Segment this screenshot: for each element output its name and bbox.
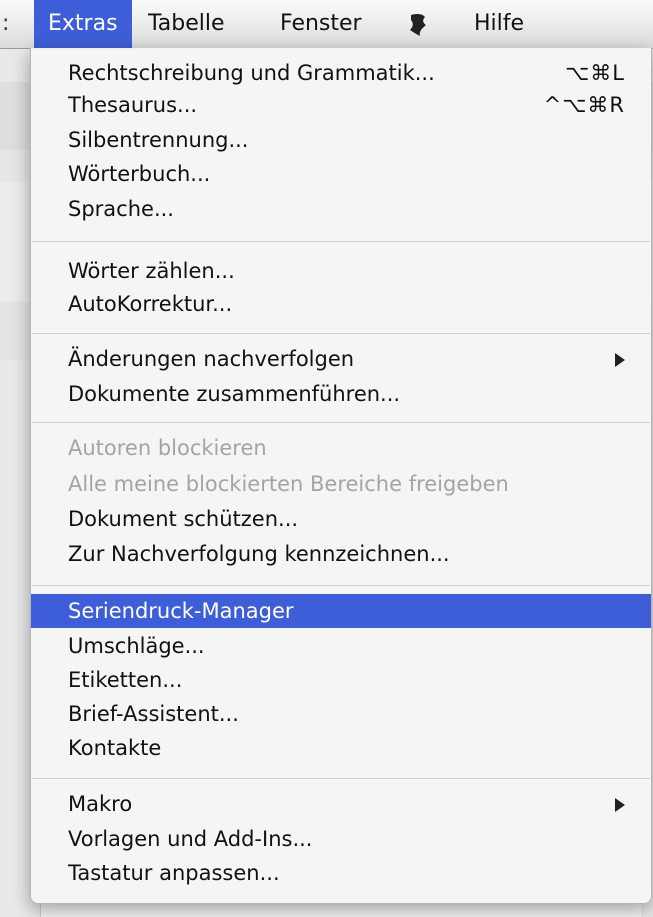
menu-item-thesaurus[interactable]: Thesaurus... ^⌥⌘R	[31, 88, 651, 122]
menu-item-label: Kontakte	[68, 736, 162, 760]
menu-item-nachverfolgung-kennzeichnen[interactable]: Zur Nachverfolgung kennzeichnen...	[31, 537, 651, 571]
menu-fenster[interactable]: Fenster	[280, 0, 362, 48]
menu-item-sprache[interactable]: Sprache...	[31, 192, 651, 226]
submenu-arrow-icon	[615, 353, 625, 367]
menu-item-autokorrektur[interactable]: AutoKorrektur...	[31, 287, 651, 321]
menu-item-umschlaege[interactable]: Umschläge...	[31, 629, 651, 663]
menu-item-label: Zur Nachverfolgung kennzeichnen...	[68, 542, 450, 566]
menu-item-label: Tastatur anpassen...	[68, 861, 280, 885]
menu-separator	[32, 241, 650, 242]
menu-item-tastatur-anpassen[interactable]: Tastatur anpassen...	[31, 856, 651, 890]
menu-bar: : Extras Tabelle Fenster Hilfe	[0, 0, 653, 49]
menu-item-label: Silbentrennung...	[68, 128, 249, 152]
menu-item-silbentrennung[interactable]: Silbentrennung...	[31, 123, 651, 157]
menu-separator	[32, 778, 650, 779]
shortcut-label: ^⌥⌘R	[543, 93, 625, 117]
menu-separator	[32, 333, 650, 334]
menu-item-aenderungen-nachverfolgen[interactable]: Änderungen nachverfolgen	[31, 342, 651, 376]
menu-item-dokument-schuetzen[interactable]: Dokument schützen...	[31, 502, 651, 536]
menu-item-label: Dokument schützen...	[68, 507, 299, 531]
menu-item-label: Änderungen nachverfolgen	[68, 347, 355, 371]
menu-item-dokumente-zusammenfuehren[interactable]: Dokumente zusammenführen...	[31, 377, 651, 411]
menu-item-label: Alle meine blockierten Bereiche freigebe…	[68, 472, 509, 496]
extras-dropdown-menu: Rechtschreibung und Grammatik... ⌥⌘L The…	[30, 48, 652, 904]
menu-separator	[32, 422, 650, 423]
menu-item-label: Umschläge...	[68, 634, 205, 658]
submenu-arrow-icon	[615, 798, 625, 812]
menu-item-bereiche-freigeben: Alle meine blockierten Bereiche freigebe…	[31, 467, 651, 501]
shortcut-label: ⌥⌘L	[565, 61, 625, 85]
menu-item-label: Etiketten...	[68, 668, 183, 692]
menu-item-label: Seriendruck-Manager	[68, 599, 294, 623]
menu-item-label: Wörterbuch...	[68, 162, 211, 186]
menu-item-vorlagen-add-ins[interactable]: Vorlagen und Add-Ins...	[31, 822, 651, 856]
menu-bar-edge: :	[2, 11, 10, 36]
menu-item-seriendruck-manager[interactable]: Seriendruck-Manager	[31, 594, 651, 628]
menu-item-label: Wörter zählen...	[68, 259, 235, 283]
menu-tabelle[interactable]: Tabelle	[148, 0, 225, 48]
menu-hilfe[interactable]: Hilfe	[474, 0, 524, 48]
menu-item-woerterbuch[interactable]: Wörterbuch...	[31, 157, 651, 191]
menu-item-label: AutoKorrektur...	[68, 292, 233, 316]
menu-item-kontakte[interactable]: Kontakte	[31, 731, 651, 765]
menu-item-label: Rechtschreibung und Grammatik...	[68, 61, 435, 85]
menu-item-label: Sprache...	[68, 197, 174, 221]
menu-item-makro[interactable]: Makro	[31, 787, 651, 821]
menu-separator	[32, 585, 650, 586]
menu-item-etiketten[interactable]: Etiketten...	[31, 663, 651, 697]
menu-item-label: Dokumente zusammenführen...	[68, 382, 401, 406]
menu-item-label: Vorlagen und Add-Ins...	[68, 827, 313, 851]
menu-item-brief-assistent[interactable]: Brief-Assistent...	[31, 697, 651, 731]
menu-item-label: Autoren blockieren	[68, 436, 267, 460]
menu-item-autoren-blockieren: Autoren blockieren	[31, 431, 651, 465]
menu-item-rechtschreibung[interactable]: Rechtschreibung und Grammatik... ⌥⌘L	[31, 56, 651, 90]
menu-item-woerter-zaehlen[interactable]: Wörter zählen...	[31, 254, 651, 288]
menu-item-label: Thesaurus...	[68, 93, 198, 117]
menu-item-label: Brief-Assistent...	[68, 702, 239, 726]
menu-extras[interactable]: Extras	[34, 0, 132, 48]
menu-item-label: Makro	[68, 792, 133, 816]
script-icon[interactable]	[407, 0, 429, 48]
